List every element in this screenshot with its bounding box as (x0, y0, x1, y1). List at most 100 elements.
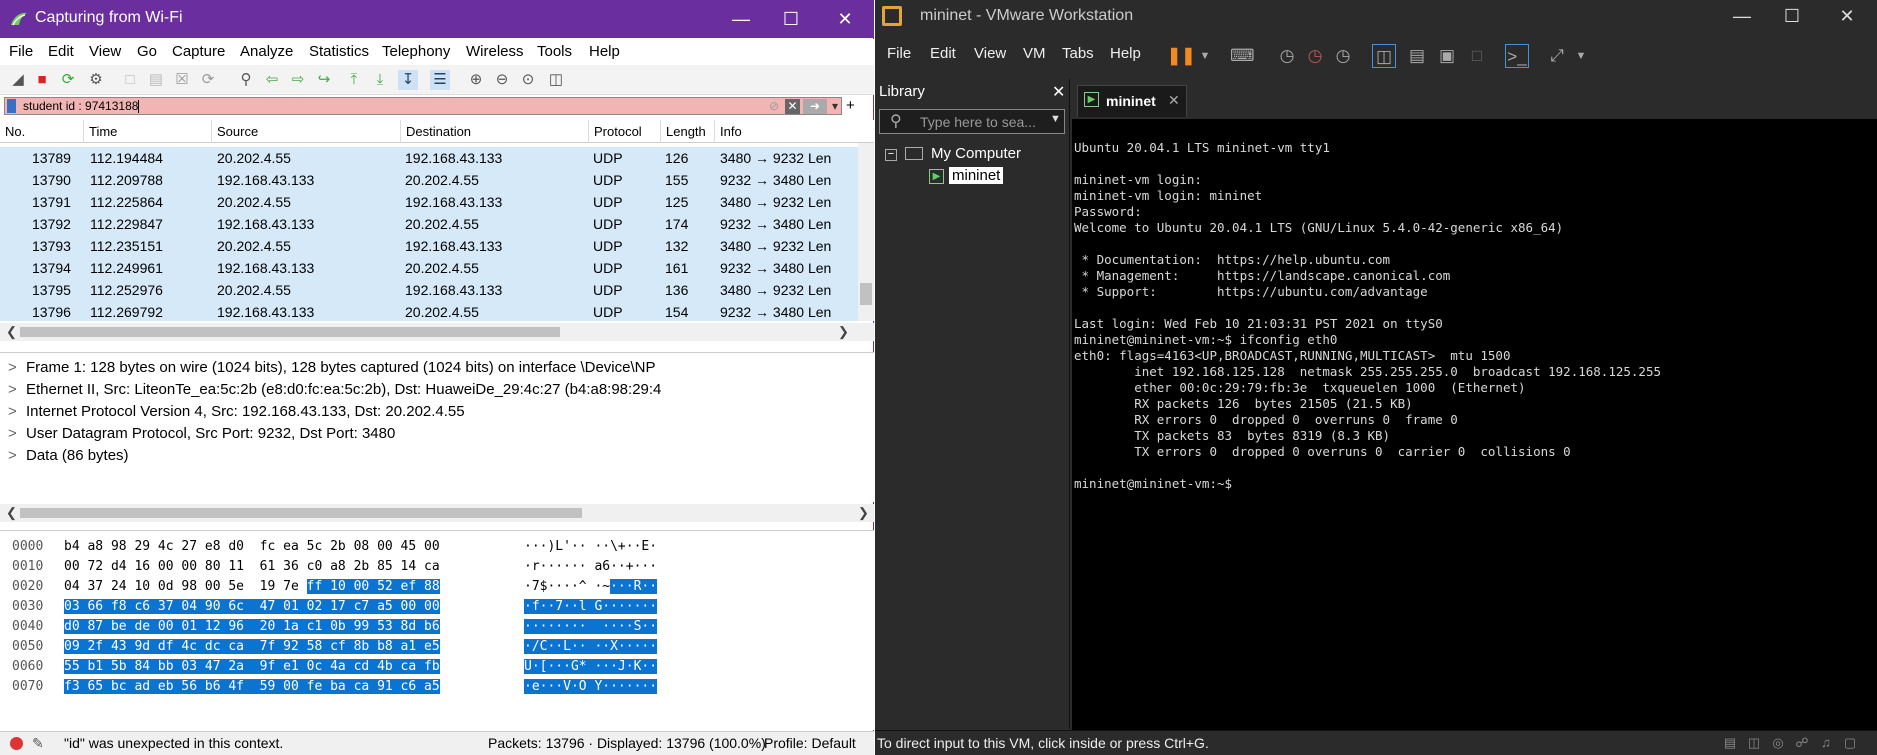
colorize-icon[interactable]: ☰ (430, 70, 450, 90)
detail-ipv4[interactable]: > Internet Protocol Version 4, Src: 192.1… (8, 401, 868, 422)
packet-list-vscroll[interactable] (858, 143, 874, 321)
vm-console[interactable]: Ubuntu 20.04.1 LTS mininet-vm tty1 minine… (1072, 119, 1877, 730)
hex-bytes[interactable]: 00 72 d4 16 00 00 80 11 61 36 c0 a8 2b 8… (64, 557, 440, 577)
full-screen-icon[interactable]: ▣ (1435, 44, 1459, 68)
pause-dropdown-icon[interactable]: ▼ (1193, 44, 1217, 68)
packet-row[interactable]: 13789 112.194484 20.202.4.55 192.168.43.133… (0, 147, 858, 169)
vm-menu-help[interactable]: Help (1110, 45, 1141, 62)
find-packet-search-icon[interactable]: ⚲ (236, 70, 256, 90)
packet-row[interactable]: 13792 112.229847 192.168.43.133 20.202.4.55… (0, 213, 858, 235)
close-button[interactable]: ✕ (1822, 0, 1872, 33)
hex-ascii[interactable]: ·r······ a6··+··· (524, 557, 657, 577)
detail-frame[interactable]: > Frame 1: 128 bytes on wire (1024 bits),… (8, 357, 868, 378)
packet-row[interactable]: 13794 112.249961 192.168.43.133 20.202.4.55… (0, 257, 858, 279)
packet-list-hscroll[interactable]: ❮ ❯ (0, 323, 874, 341)
stretch-icon[interactable]: ⤢ (1545, 44, 1569, 68)
profile-label[interactable]: Profile: Default (764, 732, 856, 755)
error-status-icon[interactable] (10, 737, 23, 750)
hex-bytes[interactable]: d0 87 be de 00 01 12 96 20 1a c1 0b 99 5… (64, 617, 440, 637)
snapshot-manager-icon[interactable]: ◷ (1331, 44, 1355, 68)
filter-clear-icon[interactable]: ⊘ (767, 99, 781, 114)
edit-comment-icon[interactable]: ✎ (32, 732, 44, 755)
hex-bytes[interactable]: 04 37 24 10 0d 98 00 5e 19 7e ff 10 00 5… (64, 577, 440, 597)
menu-tools[interactable]: Tools (537, 43, 572, 60)
vm-menu-edit[interactable]: Edit (930, 45, 956, 62)
stretch-dropdown-icon[interactable]: ▼ (1569, 44, 1593, 68)
display-icon[interactable]: ▢ (1841, 736, 1859, 750)
col-length[interactable]: Length (661, 120, 715, 143)
expand-arrow-icon[interactable]: > (8, 357, 26, 378)
maximize-button[interactable]: ☐ (1767, 0, 1817, 33)
capture-options-gear-icon[interactable]: ⚙ (86, 70, 106, 90)
detail-ethernet[interactable]: > Ethernet II, Src: LiteonTe_ea:5c:2b (e8… (8, 379, 868, 400)
menu-file[interactable]: File (9, 43, 33, 60)
start-capture-fin-icon[interactable]: ◢ (8, 70, 28, 90)
hex-ascii[interactable]: ·e···V·O Y······· (524, 677, 658, 697)
tab-close-icon[interactable]: ✕ (1168, 92, 1180, 109)
restart-capture-icon[interactable]: ⟳ (58, 70, 78, 90)
resize-columns-icon[interactable]: ◫ (546, 70, 566, 90)
packet-row[interactable]: 13796 112.269792 192.168.43.133 20.202.4.55… (0, 301, 858, 321)
send-ctrl-alt-del-icon[interactable]: ⌨ (1230, 44, 1255, 68)
add-filter-button-icon[interactable]: + (846, 97, 855, 114)
zoom-out-icon[interactable]: ⊖ (492, 70, 512, 90)
col-destination[interactable]: Destination (401, 120, 589, 143)
hex-ascii[interactable]: ·7$····^ ·~···R·· (524, 577, 658, 597)
vmware-title-bar[interactable]: mininet - VMware Workstation — ☐ ✕ (875, 0, 1877, 33)
hex-bytes[interactable]: b4 a8 98 29 4c 27 e8 d0 fc ea 5c 2b 08 0… (64, 537, 440, 557)
minimize-button[interactable]: — (716, 0, 766, 38)
detail-data[interactable]: > Data (86 bytes) (8, 445, 868, 466)
cd-dvd-icon[interactable]: ◎ (1769, 736, 1787, 750)
stop-capture-icon[interactable]: ■ (32, 70, 52, 90)
snapshot-icon[interactable]: ◷ (1275, 44, 1299, 68)
save-file-icon[interactable]: ▤ (146, 70, 166, 90)
minimize-button[interactable]: — (1717, 0, 1767, 33)
revert-snapshot-icon[interactable]: ◷ (1303, 44, 1327, 68)
tree-my-computer[interactable]: My Computer (931, 145, 1021, 162)
bookmark-icon[interactable] (7, 99, 16, 113)
close-file-icon[interactable]: ☒ (172, 70, 192, 90)
wireshark-title-bar[interactable]: Capturing from Wi-Fi — ☐ ✕ (0, 0, 874, 38)
packet-row[interactable]: 13795 112.252976 20.202.4.55 192.168.43.133… (0, 279, 858, 301)
filter-dropdown-icon[interactable]: ▾ (829, 99, 841, 114)
menu-help[interactable]: Help (589, 43, 620, 60)
menu-wireless[interactable]: Wireless (466, 43, 524, 60)
menu-analyze[interactable]: Analyze (240, 43, 293, 60)
console-view-icon[interactable]: >_ (1505, 44, 1529, 68)
col-time[interactable]: Time (84, 120, 212, 143)
hex-bytes[interactable]: 03 66 f8 c6 37 04 90 6c 47 01 02 17 c7 a… (64, 597, 440, 617)
vm-tab-mininet[interactable]: ▶ mininet ✕ (1077, 85, 1187, 117)
go-forward-arrow-icon[interactable]: ⇨ (288, 70, 308, 90)
hex-ascii[interactable]: ········ ····S·· (524, 617, 658, 637)
hex-ascii[interactable]: ···)L'·· ··\+··E· (524, 537, 657, 557)
menu-go[interactable]: Go (137, 43, 157, 60)
scroll-right-icon[interactable]: ❯ (858, 504, 869, 522)
thumbnail-bar-icon[interactable]: ▤ (1405, 44, 1429, 68)
close-button[interactable]: ✕ (820, 0, 870, 38)
library-search-input[interactable]: ⚲ Type here to sea... ▼ (879, 109, 1065, 134)
menu-telephony[interactable]: Telephony (382, 43, 450, 60)
hex-ascii[interactable]: ·f··7··l G······· (524, 597, 658, 617)
vm-menu-vm[interactable]: VM (1023, 45, 1046, 62)
hex-bytes[interactable]: f3 65 bc ad eb 56 b6 4f 59 00 fe ba ca 9… (64, 677, 440, 697)
detail-udp[interactable]: > User Datagram Protocol, Src Port: 9232,… (8, 423, 868, 444)
library-close-icon[interactable]: ✕ (1052, 82, 1065, 102)
sound-icon[interactable]: ♫ (1817, 736, 1835, 750)
scroll-right-icon[interactable]: ❯ (838, 323, 849, 341)
scroll-left-icon[interactable]: ❮ (6, 323, 17, 341)
hex-bytes[interactable]: 55 b1 5b 84 bb 03 47 2a 9f e1 0c 4a cd 4… (64, 657, 440, 677)
filter-close-icon[interactable]: ✕ (785, 99, 800, 114)
show-library-icon[interactable]: ◫ (1372, 44, 1396, 68)
usb-icon[interactable]: ☍ (1793, 736, 1811, 750)
packet-row[interactable]: 13791 112.225864 20.202.4.55 192.168.43.133… (0, 191, 858, 213)
col-protocol[interactable]: Protocol (589, 120, 661, 143)
pause-icon[interactable]: ❚❚ (1167, 44, 1196, 68)
last-packet-icon[interactable]: ⤓ (370, 70, 390, 90)
details-hscroll[interactable]: ❮ ❯ (0, 504, 874, 522)
hex-ascii[interactable]: U·[···G* ···J·K·· (524, 657, 658, 677)
unity-icon[interactable]: □ (1465, 44, 1489, 68)
reload-file-icon[interactable]: ⟳ (198, 70, 218, 90)
go-to-packet-icon[interactable]: ↪ (314, 70, 334, 90)
expand-arrow-icon[interactable]: > (8, 379, 26, 400)
normal-size-icon[interactable]: ⊙ (518, 70, 538, 90)
